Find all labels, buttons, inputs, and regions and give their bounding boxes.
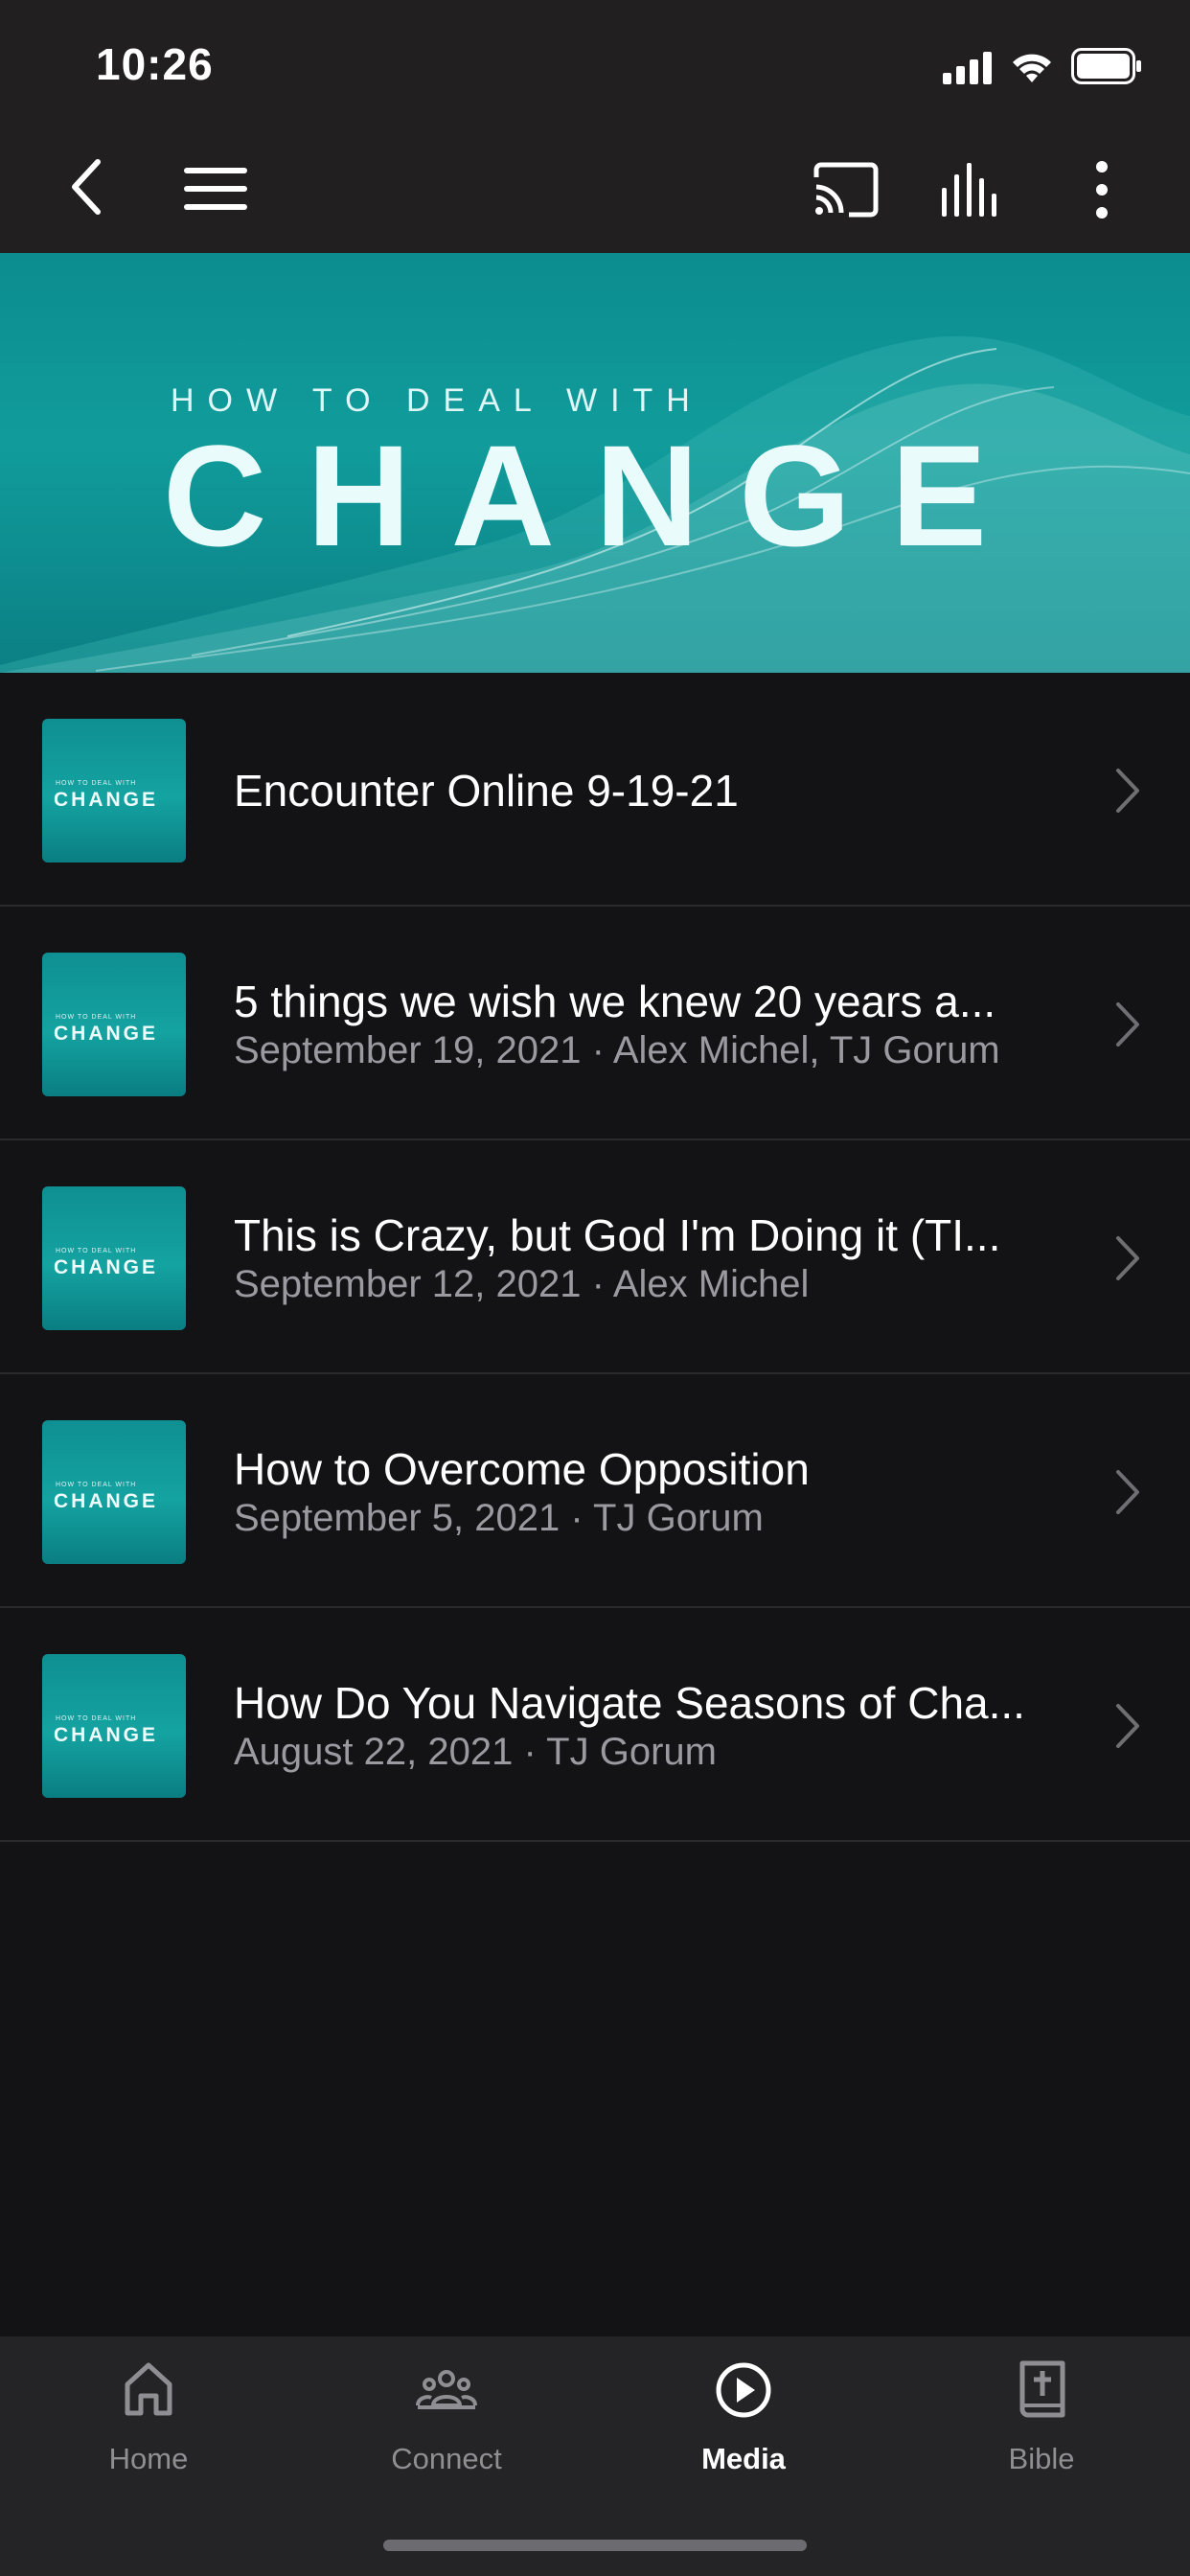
list-item[interactable]: HOW TO DEAL WITH CHANGE Encounter Online…: [0, 673, 1190, 907]
top-bar: 10:26: [0, 0, 1190, 253]
hamburger-icon: [184, 168, 247, 210]
tab-label: Bible: [1008, 2442, 1075, 2475]
chevron-right-icon: [1116, 769, 1139, 813]
back-button[interactable]: [57, 153, 115, 220]
tab-label: Home: [108, 2442, 189, 2475]
episode-meta: September 5, 2021 · TJ Gorum: [234, 1497, 764, 1539]
banner-title: CHANGE: [163, 415, 1028, 576]
tab-bible[interactable]: Bible: [936, 2336, 1147, 2509]
list-item[interactable]: HOW TO DEAL WITH CHANGE How to Overcome …: [0, 1374, 1190, 1608]
tab-label: Connect: [391, 2442, 502, 2475]
episode-thumbnail: HOW TO DEAL WITH CHANGE: [42, 719, 186, 862]
status-icons: [943, 46, 1142, 84]
chevron-left-icon: [72, 159, 101, 215]
tab-home[interactable]: Home: [43, 2336, 254, 2509]
home-indicator: [383, 2540, 807, 2551]
chevron-right-icon: [1116, 1236, 1139, 1280]
wifi-icon: [1013, 54, 1051, 82]
episode-title: This is Crazy, but God I'm Doing it (TI.…: [234, 1210, 1001, 1260]
bible-icon: [1019, 2360, 1065, 2418]
episode-thumbnail: HOW TO DEAL WITH CHANGE: [42, 953, 186, 1096]
episode-meta: August 22, 2021 · TJ Gorum: [234, 1731, 717, 1773]
episode-meta: September 19, 2021 · Alex Michel, TJ Gor…: [234, 1029, 1000, 1071]
series-banner: HOW TO DEAL WITH CHANGE: [0, 253, 1190, 673]
episode-thumbnail: HOW TO DEAL WITH CHANGE: [42, 1654, 186, 1798]
more-vertical-icon: [1096, 161, 1108, 218]
chevron-right-icon: [1116, 1704, 1139, 1748]
status-time: 10:26: [96, 39, 214, 89]
more-button[interactable]: [1083, 157, 1121, 222]
menu-button[interactable]: [180, 163, 251, 215]
signal-icon: [943, 52, 992, 84]
list-item[interactable]: HOW TO DEAL WITH CHANGE How Do You Navig…: [0, 1608, 1190, 1842]
audio-button[interactable]: [939, 161, 1008, 220]
audio-bars-icon: [942, 163, 996, 217]
list-item[interactable]: HOW TO DEAL WITH CHANGE This is Crazy, b…: [0, 1140, 1190, 1374]
list-item[interactable]: HOW TO DEAL WITH CHANGE 5 things we wish…: [0, 907, 1190, 1140]
battery-icon: [1071, 48, 1141, 84]
episode-title: How to Overcome Opposition: [234, 1444, 810, 1494]
episode-list: HOW TO DEAL WITH CHANGE Encounter Online…: [0, 673, 1190, 1842]
episode-title: How Do You Navigate Seasons of Cha...: [234, 1678, 1025, 1728]
episode-thumbnail: HOW TO DEAL WITH CHANGE: [42, 1186, 186, 1330]
chevron-right-icon: [1116, 1470, 1139, 1514]
people-icon: [416, 2370, 477, 2409]
home-icon: [125, 2362, 172, 2416]
tab-media[interactable]: Media: [638, 2336, 849, 2509]
tab-connect[interactable]: Connect: [341, 2336, 552, 2509]
cast-button[interactable]: [811, 161, 881, 218]
episode-title: 5 things we wish we knew 20 years a...: [234, 977, 996, 1026]
play-circle-icon: [716, 2362, 771, 2418]
cast-icon: [813, 162, 879, 218]
tab-label: Media: [701, 2442, 786, 2475]
chevron-right-icon: [1116, 1002, 1139, 1046]
episode-meta: September 12, 2021 · Alex Michel: [234, 1263, 810, 1305]
episode-title: Encounter Online 9-19-21: [234, 766, 739, 816]
episode-thumbnail: HOW TO DEAL WITH CHANGE: [42, 1420, 186, 1564]
